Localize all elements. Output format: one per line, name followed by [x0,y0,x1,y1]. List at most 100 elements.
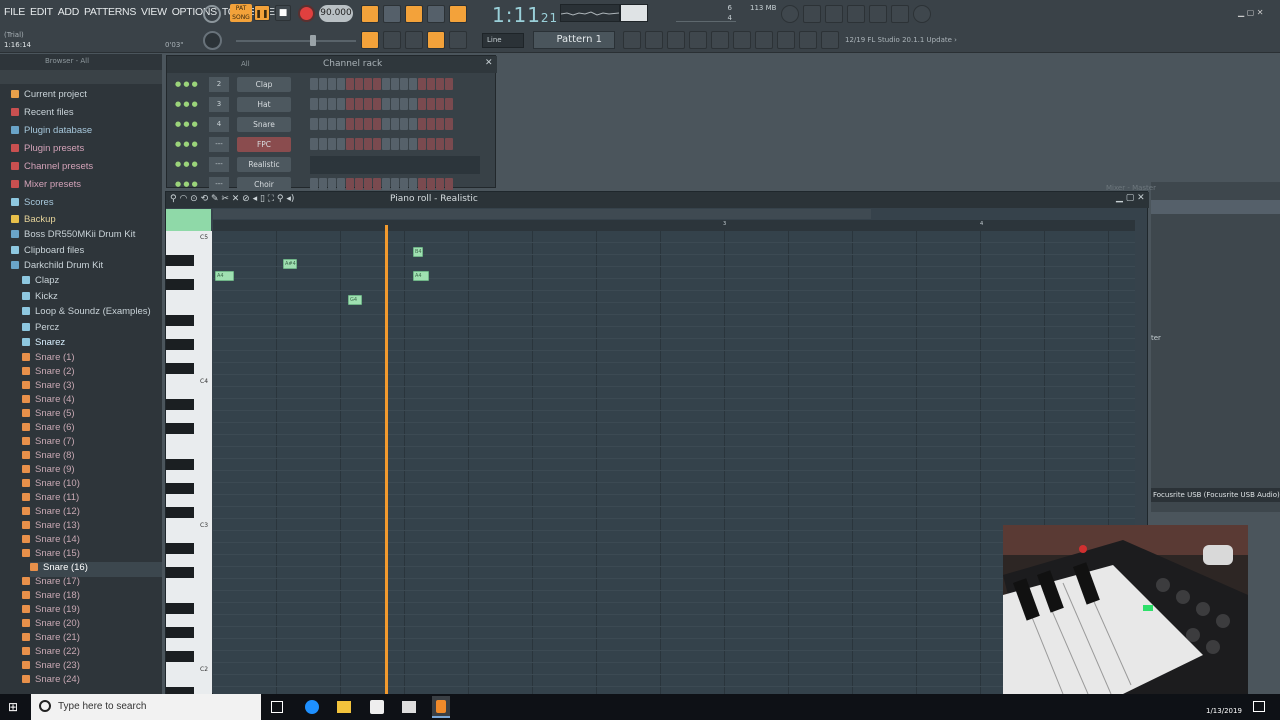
step-button[interactable] [337,78,345,90]
mixer-track-number[interactable]: --- [209,137,229,152]
channel-rack-titlebar[interactable]: All Channel rack ✕ [167,56,497,73]
mixer-track-number[interactable]: 4 [209,117,229,132]
step-button[interactable] [418,138,426,150]
mixer-track-number[interactable]: 2 [209,77,229,92]
save-icon[interactable] [869,5,887,23]
window-controls[interactable]: ▁ ▢ ✕ [1238,8,1278,18]
step-sequencer[interactable] [310,98,453,110]
note[interactable]: A4 [215,271,234,281]
step-button[interactable] [409,118,417,130]
step-button[interactable] [337,138,345,150]
black-key[interactable] [166,315,194,326]
step-button[interactable] [400,98,408,110]
step-button[interactable] [355,178,363,190]
help-icon[interactable] [847,5,865,23]
browser-item-scores[interactable]: Scores [11,197,54,212]
step-button[interactable] [355,78,363,90]
black-key[interactable] [166,459,194,470]
browser-item-clipboard-files[interactable]: Clipboard files [11,245,84,260]
browser-item-snare[interactable]: Snare (7) [22,436,75,451]
black-key[interactable] [166,399,194,410]
channel-row[interactable]: ● ● ● 2 Clap [167,76,497,94]
browser-item-snare[interactable]: Snare (23) [22,660,80,675]
browser-item-snare[interactable]: Snare (8) [22,450,75,465]
edge-icon[interactable] [305,700,319,714]
black-key[interactable] [166,651,194,662]
browser-item-clapz[interactable]: Clapz [22,275,59,290]
step-button[interactable] [445,78,453,90]
step-button[interactable] [328,98,336,110]
fl-studio-taskbar-icon[interactable] [432,696,450,718]
browser-item-snare[interactable]: Snare (19) [22,604,80,619]
close-icon[interactable]: ✕ [485,58,493,68]
step-button[interactable] [400,118,408,130]
step-sequencer[interactable] [310,118,453,130]
plugin-icon[interactable] [755,31,773,49]
browser-item-snare[interactable]: Snare (6) [22,422,75,437]
browser-item-snare[interactable]: Snare (16) [30,562,162,577]
step-button[interactable] [337,118,345,130]
browser-item-loop-soundz-examples-[interactable]: Loop & Soundz (Examples) [22,306,151,321]
step-button[interactable] [364,78,372,90]
step-button[interactable] [319,78,327,90]
project-icon[interactable] [733,31,751,49]
taskbar-search[interactable]: Type here to search [31,694,261,720]
slider-handle[interactable] [310,35,316,46]
browser-item-snare[interactable]: Snare (24) [22,674,80,689]
channel-controls[interactable]: ● ● ● [175,140,198,148]
step-button[interactable] [445,98,453,110]
notification-icon[interactable] [1253,701,1265,712]
channel-controls[interactable]: ● ● ● [175,80,198,88]
browser-item-snare[interactable]: Snare (9) [22,464,75,479]
step-button[interactable] [346,78,354,90]
black-key[interactable] [166,255,194,266]
step-button[interactable] [310,178,318,190]
browser-item-snare[interactable]: Snare (10) [22,478,80,493]
piano-roll-preview[interactable] [310,156,480,174]
browser-item-snare[interactable]: Snare (5) [22,408,75,423]
file-explorer-icon[interactable] [337,701,351,713]
channel-row[interactable]: ● ● ● 4 Snare [167,116,497,134]
step-button[interactable] [310,78,318,90]
step-button[interactable] [445,138,453,150]
black-key[interactable] [166,339,194,350]
black-key[interactable] [166,363,194,374]
step-button[interactable] [382,118,390,130]
news-ticker[interactable]: 12/19 FL Studio 20.1.1 Update › [845,36,957,44]
tempo-display[interactable]: 90.000 [319,5,353,22]
browser-item-snare[interactable]: Snare (15) [22,548,80,563]
step-button[interactable] [328,118,336,130]
step-button[interactable] [337,178,345,190]
step-button[interactable] [382,138,390,150]
playhead[interactable] [385,225,388,694]
step-button[interactable] [391,98,399,110]
step-button[interactable] [364,178,372,190]
windows-start-icon[interactable]: ⊞ [8,700,22,714]
step-button[interactable] [409,178,417,190]
microphone-icon[interactable] [825,5,843,23]
browser-item-percz[interactable]: Percz [22,322,59,337]
step-button[interactable] [373,78,381,90]
chat-icon[interactable] [913,5,931,23]
channel-rack-icon[interactable] [667,31,685,49]
step-button[interactable] [364,138,372,150]
cut-icon[interactable] [803,5,821,23]
countdown-icon[interactable] [405,5,423,23]
step-button[interactable] [409,138,417,150]
step-sequencer[interactable] [310,78,453,90]
stamp-icon[interactable] [449,31,467,49]
step-button[interactable] [445,118,453,130]
step-button[interactable] [346,118,354,130]
note[interactable]: A#4 [283,259,297,269]
midi-icon[interactable] [891,5,909,23]
browser-item-snare[interactable]: Snare (14) [22,534,80,549]
channel-name-button[interactable]: Choir [237,177,291,192]
black-key[interactable] [166,543,194,554]
browser-item-snare[interactable]: Snare (3) [22,380,75,395]
metronome-icon[interactable] [361,5,379,23]
browser-item-recent-files[interactable]: Recent files [11,107,74,122]
wrench-icon[interactable] [799,31,817,49]
browser-item-snare[interactable]: Snare (2) [22,366,75,381]
step-button[interactable] [391,178,399,190]
mixer-track-number[interactable]: 3 [209,97,229,112]
